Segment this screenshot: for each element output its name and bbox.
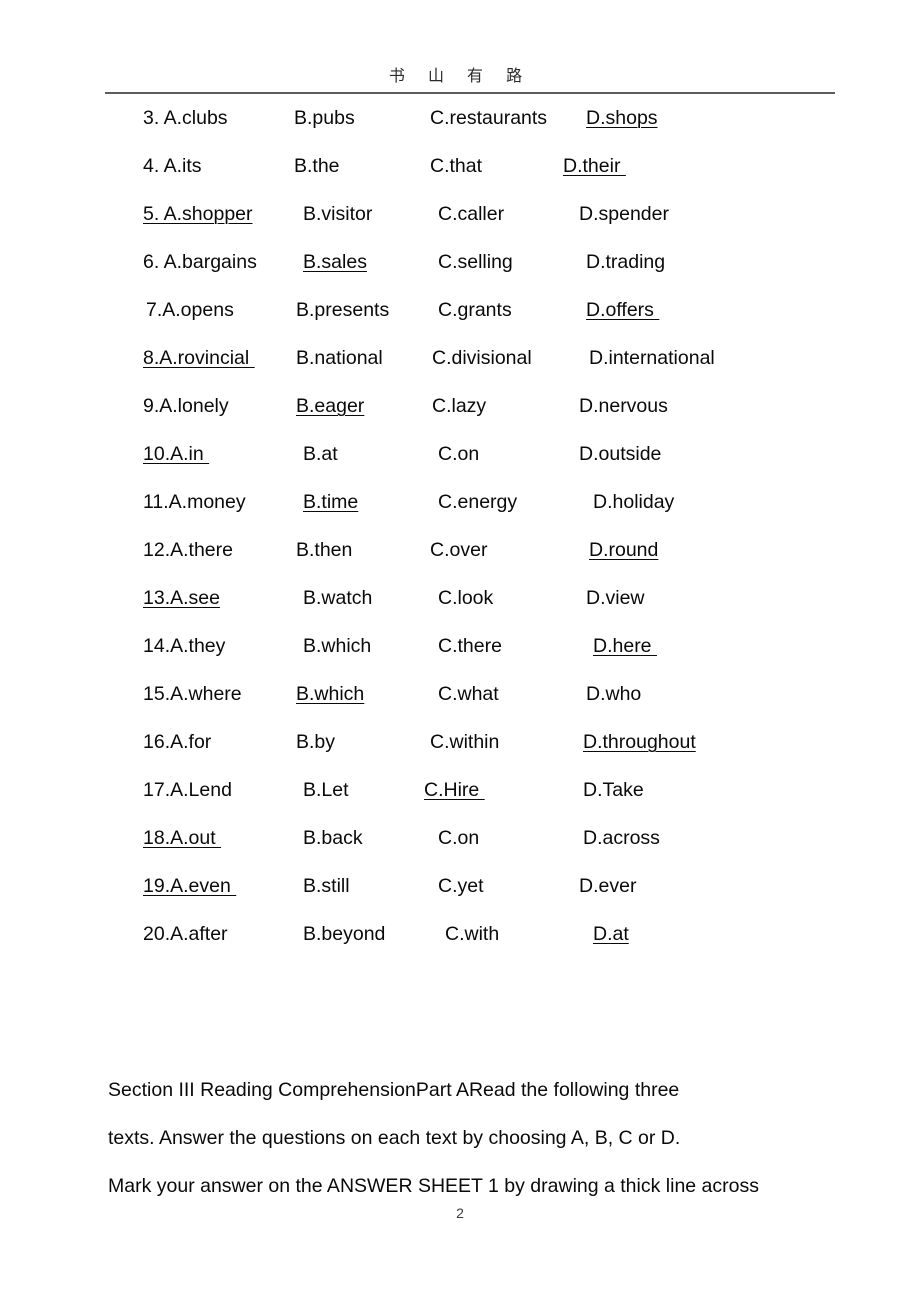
option-choice[interactable]: C.that xyxy=(430,151,482,181)
page-number: 2 xyxy=(456,1205,464,1221)
question-row: 14.A.they B.which C.there D.here xyxy=(0,631,920,679)
option-choice[interactable]: B.eager xyxy=(296,391,364,421)
option-choice[interactable]: C.divisional xyxy=(432,343,532,373)
option-choice[interactable]: 18.A.out xyxy=(143,823,221,853)
option-choice[interactable]: D.Take xyxy=(583,775,644,805)
option-choice[interactable]: C.yet xyxy=(438,871,484,901)
closing-paragraph-line-2: texts. Answer the questions on each text… xyxy=(108,1127,681,1149)
option-choice[interactable]: D.nervous xyxy=(579,391,668,421)
option-choice[interactable]: 6. A.bargains xyxy=(143,247,257,277)
option-choice[interactable]: B.the xyxy=(294,151,340,181)
option-choice[interactable]: C.on xyxy=(438,823,479,853)
option-choice[interactable]: D.view xyxy=(586,583,645,613)
option-choice[interactable]: B.Let xyxy=(303,775,349,805)
question-row: 8.A.rovincial B.national C.divisional D.in… xyxy=(0,343,920,391)
option-choice[interactable]: C.within xyxy=(430,727,499,757)
option-choice[interactable]: B.presents xyxy=(296,295,389,325)
option-choice[interactable]: D.their xyxy=(563,151,626,181)
question-row: 10.A.in B.at C.on D.outside xyxy=(0,439,920,487)
question-row: 3. A.clubs B.pubs C.restaurants D.shops xyxy=(0,103,920,151)
option-choice[interactable]: 14.A.they xyxy=(143,631,225,661)
option-choice[interactable]: C.there xyxy=(438,631,502,661)
header-divider-rule xyxy=(105,92,835,94)
option-choice[interactable]: 19.A.even xyxy=(143,871,236,901)
option-choice[interactable]: B.beyond xyxy=(303,919,385,949)
option-choice[interactable]: 4. A.its xyxy=(143,151,202,181)
question-row: 20.A.after B.beyond C.with D.at xyxy=(0,919,920,967)
option-choice[interactable]: B.national xyxy=(296,343,383,373)
question-row: 18.A.out B.back C.on D.across xyxy=(0,823,920,871)
question-row: 6. A.bargains B.sales C.selling D.trading xyxy=(0,247,920,295)
option-choice[interactable]: 5. A.shopper xyxy=(143,199,253,229)
question-row: 15.A.where B.which C.what D.who xyxy=(0,679,920,727)
option-choice[interactable]: B.at xyxy=(303,439,338,469)
option-choice[interactable]: 17.A.Lend xyxy=(143,775,232,805)
option-choice[interactable]: D.who xyxy=(586,679,641,709)
option-choice[interactable]: D.ever xyxy=(579,871,636,901)
option-choice[interactable]: C.lazy xyxy=(432,391,486,421)
option-choice[interactable]: D.at xyxy=(593,919,629,949)
question-row: 12.A.there B.then C.over D.round xyxy=(0,535,920,583)
cloze-options-grid: 3. A.clubs B.pubs C.restaurants D.shops 4. A… xyxy=(0,103,920,967)
option-choice[interactable]: B.by xyxy=(296,727,335,757)
question-row: 19.A.even B.still C.yet D.ever xyxy=(0,871,920,919)
option-choice[interactable]: B.which xyxy=(296,679,364,709)
option-choice[interactable]: B.sales xyxy=(303,247,367,277)
option-choice[interactable]: B.then xyxy=(296,535,352,565)
option-choice[interactable]: 9.A.lonely xyxy=(143,391,229,421)
option-choice[interactable]: D.shops xyxy=(586,103,658,133)
option-choice[interactable]: 10.A.in xyxy=(143,439,209,469)
option-choice[interactable]: 13.A.see xyxy=(143,583,220,613)
option-choice[interactable]: D.throughout xyxy=(583,727,696,757)
question-row: 4. A.its B.the C.that D.their xyxy=(0,151,920,199)
option-choice[interactable]: B.still xyxy=(303,871,350,901)
question-row: 9.A.lonely B.eager C.lazy D.nervous xyxy=(0,391,920,439)
option-choice[interactable]: C.over xyxy=(430,535,487,565)
option-choice[interactable]: C.with xyxy=(445,919,499,949)
option-choice[interactable]: C.selling xyxy=(438,247,513,277)
option-choice[interactable]: 20.A.after xyxy=(143,919,228,949)
option-choice[interactable]: 11.A.money xyxy=(143,487,246,517)
option-choice[interactable]: C.grants xyxy=(438,295,512,325)
option-choice[interactable]: B.time xyxy=(303,487,358,517)
option-choice[interactable]: D.round xyxy=(589,535,658,565)
option-choice[interactable]: C.energy xyxy=(438,487,517,517)
option-choice[interactable]: B.visitor xyxy=(303,199,372,229)
option-choice[interactable]: D.holiday xyxy=(593,487,674,517)
option-choice[interactable]: D.outside xyxy=(579,439,661,469)
question-row: 7.A.opens B.presents C.grants D.offers xyxy=(0,295,920,343)
option-choice[interactable]: C.look xyxy=(438,583,493,613)
question-row: 13.A.see B.watch C.look D.view xyxy=(0,583,920,631)
document-page: 书 山 有 路 3. A.clubs B.pubs C.restaurants D.s… xyxy=(0,0,920,1302)
option-choice[interactable]: 7.A.opens xyxy=(146,295,234,325)
option-choice[interactable]: 16.A.for xyxy=(143,727,211,757)
option-choice[interactable]: C.caller xyxy=(438,199,504,229)
option-choice[interactable]: 15.A.where xyxy=(143,679,242,709)
option-choice[interactable]: D.international xyxy=(589,343,715,373)
option-choice[interactable]: C.Hire xyxy=(424,775,485,805)
closing-paragraph-line-3: Mark your answer on the ANSWER SHEET 1 b… xyxy=(108,1175,759,1197)
question-row: 11.A.money B.time C.energy D.holiday xyxy=(0,487,920,535)
option-choice[interactable]: B.watch xyxy=(303,583,372,613)
option-choice[interactable]: C.restaurants xyxy=(430,103,547,133)
question-row: 17.A.Lend B.Let C.Hire D.Take xyxy=(0,775,920,823)
option-choice[interactable]: 3. A.clubs xyxy=(143,103,228,133)
question-row: 5. A.shopper B.visitor C.caller D.spender xyxy=(0,199,920,247)
option-choice[interactable]: B.pubs xyxy=(294,103,355,133)
option-choice[interactable]: B.back xyxy=(303,823,363,853)
option-choice[interactable]: D.offers xyxy=(586,295,659,325)
option-choice[interactable]: D.across xyxy=(583,823,660,853)
option-choice[interactable]: C.on xyxy=(438,439,479,469)
closing-paragraph-line-1: Section III Reading ComprehensionPart AR… xyxy=(108,1079,680,1101)
option-choice[interactable]: D.spender xyxy=(579,199,669,229)
option-choice[interactable]: C.what xyxy=(438,679,499,709)
option-choice[interactable]: B.which xyxy=(303,631,371,661)
option-choice[interactable]: D.trading xyxy=(586,247,665,277)
option-choice[interactable]: 8.A.rovincial xyxy=(143,343,255,373)
question-row: 16.A.for B.by C.within D.throughout xyxy=(0,727,920,775)
option-choice[interactable]: D.here xyxy=(593,631,657,661)
option-choice[interactable]: 12.A.there xyxy=(143,535,233,565)
page-header-title: 书 山 有 路 xyxy=(388,66,532,85)
